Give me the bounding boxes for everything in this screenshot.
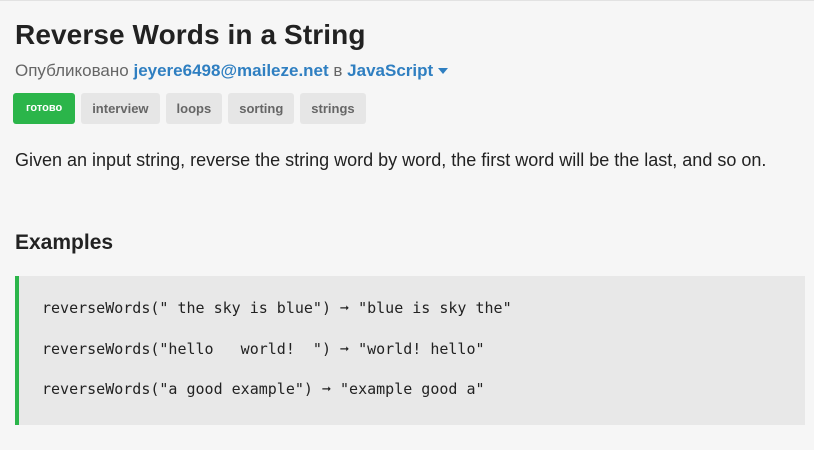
- status-badge: готово: [13, 93, 76, 124]
- example-line-3: reverseWords("a good example") ➞ "exampl…: [42, 380, 485, 398]
- tag-sorting[interactable]: sorting: [228, 93, 295, 124]
- examples-code-block: reverseWords(" the sky is blue") ➞ "blue…: [15, 276, 805, 425]
- kata-description: Given an input string, reverse the strin…: [15, 150, 767, 170]
- kata-page: Reverse Words in a String Опубликовано j…: [0, 0, 814, 450]
- tag-strings[interactable]: strings: [300, 93, 366, 124]
- in-word: в: [333, 61, 343, 80]
- example-line-2: reverseWords("hello world! ") ➞ "world! …: [42, 340, 485, 358]
- tag-interview[interactable]: interview: [81, 93, 160, 124]
- examples-heading: Examples: [15, 231, 114, 254]
- author-link[interactable]: jeyere6498@maileze.net: [133, 61, 328, 80]
- tag-loops[interactable]: loops: [165, 93, 223, 124]
- language-dropdown[interactable]: JavaScript: [347, 61, 449, 80]
- chevron-down-icon: [438, 67, 449, 74]
- page-title: Reverse Words in a String: [15, 19, 366, 50]
- language-label: JavaScript: [347, 61, 434, 80]
- example-line-1: reverseWords(" the sky is blue") ➞ "blue…: [42, 299, 512, 317]
- publish-info: Опубликовано jeyere6498@maileze.net в Ja…: [15, 61, 449, 81]
- tag-list: готово interview loops sorting strings: [13, 93, 366, 124]
- published-prefix: Опубликовано: [15, 61, 129, 80]
